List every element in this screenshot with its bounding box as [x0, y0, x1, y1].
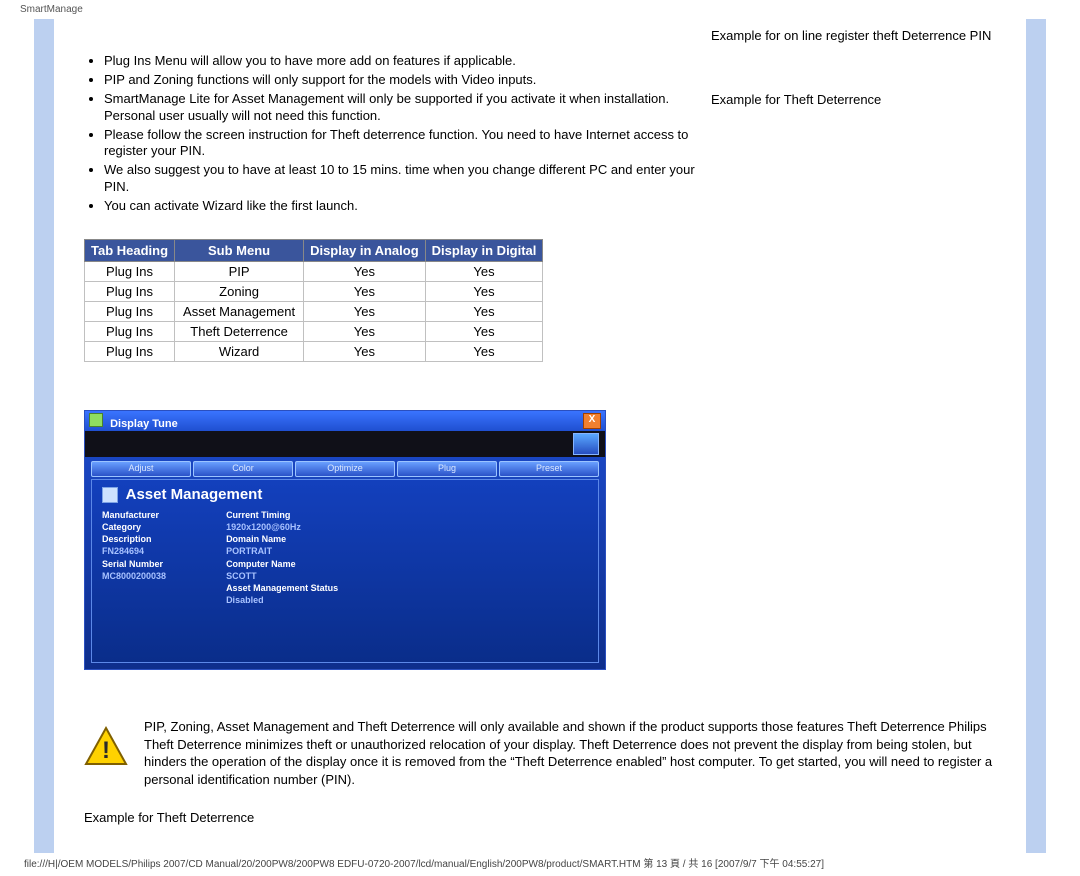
- cell: Yes: [425, 282, 543, 302]
- panel-title-text: Asset Management: [126, 486, 263, 503]
- cell: Yes: [304, 282, 426, 302]
- dropdown-icon[interactable]: [573, 433, 599, 455]
- panel-title: Asset Management: [102, 486, 588, 503]
- tab-color[interactable]: Color: [193, 461, 293, 477]
- table-row: Plug Ins Zoning Yes Yes: [85, 282, 543, 302]
- list-item: We also suggest you to have at least 10 …: [104, 162, 699, 196]
- th-display-digital: Display in Digital: [425, 240, 543, 262]
- tab-preset[interactable]: Preset: [499, 461, 599, 477]
- page-layout: Plug Ins Menu will allow you to have mor…: [0, 19, 1080, 853]
- list-item: You can activate Wizard like the first l…: [104, 198, 699, 215]
- tab-optimize[interactable]: Optimize: [295, 461, 395, 477]
- list-item: Plug Ins Menu will allow you to have mor…: [104, 53, 699, 70]
- lbl-computer: Computer Name: [226, 558, 338, 570]
- th-sub-menu: Sub Menu: [175, 240, 304, 262]
- close-button[interactable]: X: [583, 413, 601, 429]
- info-grid: Manufacturer Category Description FN2846…: [102, 509, 588, 606]
- header-small: SmartManage: [0, 0, 1080, 19]
- table-row: Plug Ins Wizard Yes Yes: [85, 342, 543, 362]
- side-links-column: Example for on line register theft Deter…: [711, 23, 1026, 362]
- left-gutter: [0, 19, 34, 853]
- panel-icon: [102, 487, 118, 503]
- cell: Plug Ins: [85, 282, 175, 302]
- val-serial: MC8000200038: [102, 570, 166, 582]
- app-icon: [89, 413, 103, 427]
- val-domain: PORTRAIT: [226, 545, 338, 557]
- warning-icon: !: [84, 724, 128, 768]
- table-row: Plug Ins Theft Deterrence Yes Yes: [85, 322, 543, 342]
- info-col-right: Current Timing 1920x1200@60Hz Domain Nam…: [226, 509, 338, 606]
- cell: Plug Ins: [85, 302, 175, 322]
- tab-row: Adjust Color Optimize Plug Preset: [91, 461, 599, 477]
- list-item: Please follow the screen instruction for…: [104, 127, 699, 161]
- content-area: Plug Ins Menu will allow you to have mor…: [54, 19, 1026, 853]
- footer-path: file:///H|/OEM MODELS/Philips 2007/CD Ma…: [0, 853, 1080, 876]
- feature-table: Tab Heading Sub Menu Display in Analog D…: [84, 239, 543, 362]
- example-label: Example for Theft Deterrence: [84, 810, 1026, 825]
- th-tab-heading: Tab Heading: [85, 240, 175, 262]
- left-blue-bar: [34, 19, 54, 853]
- titlebar: Display Tune X: [85, 411, 605, 431]
- warning-row: ! PIP, Zoning, Asset Management and Thef…: [84, 718, 1026, 788]
- lbl-domain: Domain Name: [226, 533, 338, 545]
- cell: Yes: [425, 342, 543, 362]
- side-link-theft-deterrence[interactable]: Example for Theft Deterrence: [711, 91, 1026, 109]
- right-blue-bar: [1026, 19, 1046, 853]
- table-row: Plug Ins PIP Yes Yes: [85, 262, 543, 282]
- warning-section: ! PIP, Zoning, Asset Management and Thef…: [54, 718, 1026, 825]
- bullet-list: Plug Ins Menu will allow you to have mor…: [84, 53, 699, 215]
- main-left-column: Plug Ins Menu will allow you to have mor…: [54, 23, 711, 362]
- cell: Yes: [425, 302, 543, 322]
- side-link-register-pin[interactable]: Example for on line register theft Deter…: [711, 27, 1026, 45]
- list-item: SmartManage Lite for Asset Management wi…: [104, 91, 699, 125]
- table-row: Plug Ins Asset Management Yes Yes: [85, 302, 543, 322]
- info-col-left: Manufacturer Category Description FN2846…: [102, 509, 166, 606]
- cell: Plug Ins: [85, 262, 175, 282]
- list-item: PIP and Zoning functions will only suppo…: [104, 72, 699, 89]
- cell: Asset Management: [175, 302, 304, 322]
- panel-shell: Adjust Color Optimize Plug Preset Asset …: [85, 457, 605, 669]
- cell: Plug Ins: [85, 342, 175, 362]
- th-display-analog: Display in Analog: [304, 240, 426, 262]
- cell: Wizard: [175, 342, 304, 362]
- cell: Yes: [304, 342, 426, 362]
- warning-text: PIP, Zoning, Asset Management and Theft …: [144, 718, 996, 788]
- window-title: Display Tune: [110, 418, 178, 430]
- cell: Yes: [304, 322, 426, 342]
- display-tune-window: Display Tune X Adjust Color Optimize Plu…: [84, 410, 606, 670]
- lbl-am-status: Asset Management Status: [226, 582, 338, 594]
- cell: Yes: [425, 322, 543, 342]
- lbl-category: Category: [102, 521, 166, 533]
- top-row: Plug Ins Menu will allow you to have mor…: [54, 19, 1026, 362]
- lbl-timing: Current Timing: [226, 509, 338, 521]
- val-computer: SCOTT: [226, 570, 338, 582]
- cell: Theft Deterrence: [175, 322, 304, 342]
- cell: Yes: [304, 262, 426, 282]
- tab-adjust[interactable]: Adjust: [91, 461, 191, 477]
- toolbar-strip: [85, 431, 605, 457]
- right-gutter: [1046, 19, 1080, 853]
- svg-text:!: !: [102, 737, 110, 764]
- lbl-description: Description: [102, 533, 166, 545]
- val-am-status: Disabled: [226, 594, 338, 606]
- title-left: Display Tune: [89, 413, 178, 430]
- cell: Plug Ins: [85, 322, 175, 342]
- cell: Zoning: [175, 282, 304, 302]
- cell: PIP: [175, 262, 304, 282]
- lbl-manufacturer: Manufacturer: [102, 509, 166, 521]
- table-header-row: Tab Heading Sub Menu Display in Analog D…: [85, 240, 543, 262]
- cell: Yes: [425, 262, 543, 282]
- val-description: FN284694: [102, 545, 166, 557]
- asset-management-panel: Asset Management Manufacturer Category D…: [91, 479, 599, 663]
- screenshot-wrap: Display Tune X Adjust Color Optimize Plu…: [54, 410, 1026, 670]
- val-timing: 1920x1200@60Hz: [226, 521, 338, 533]
- lbl-serial: Serial Number: [102, 558, 166, 570]
- cell: Yes: [304, 302, 426, 322]
- tab-plug[interactable]: Plug: [397, 461, 497, 477]
